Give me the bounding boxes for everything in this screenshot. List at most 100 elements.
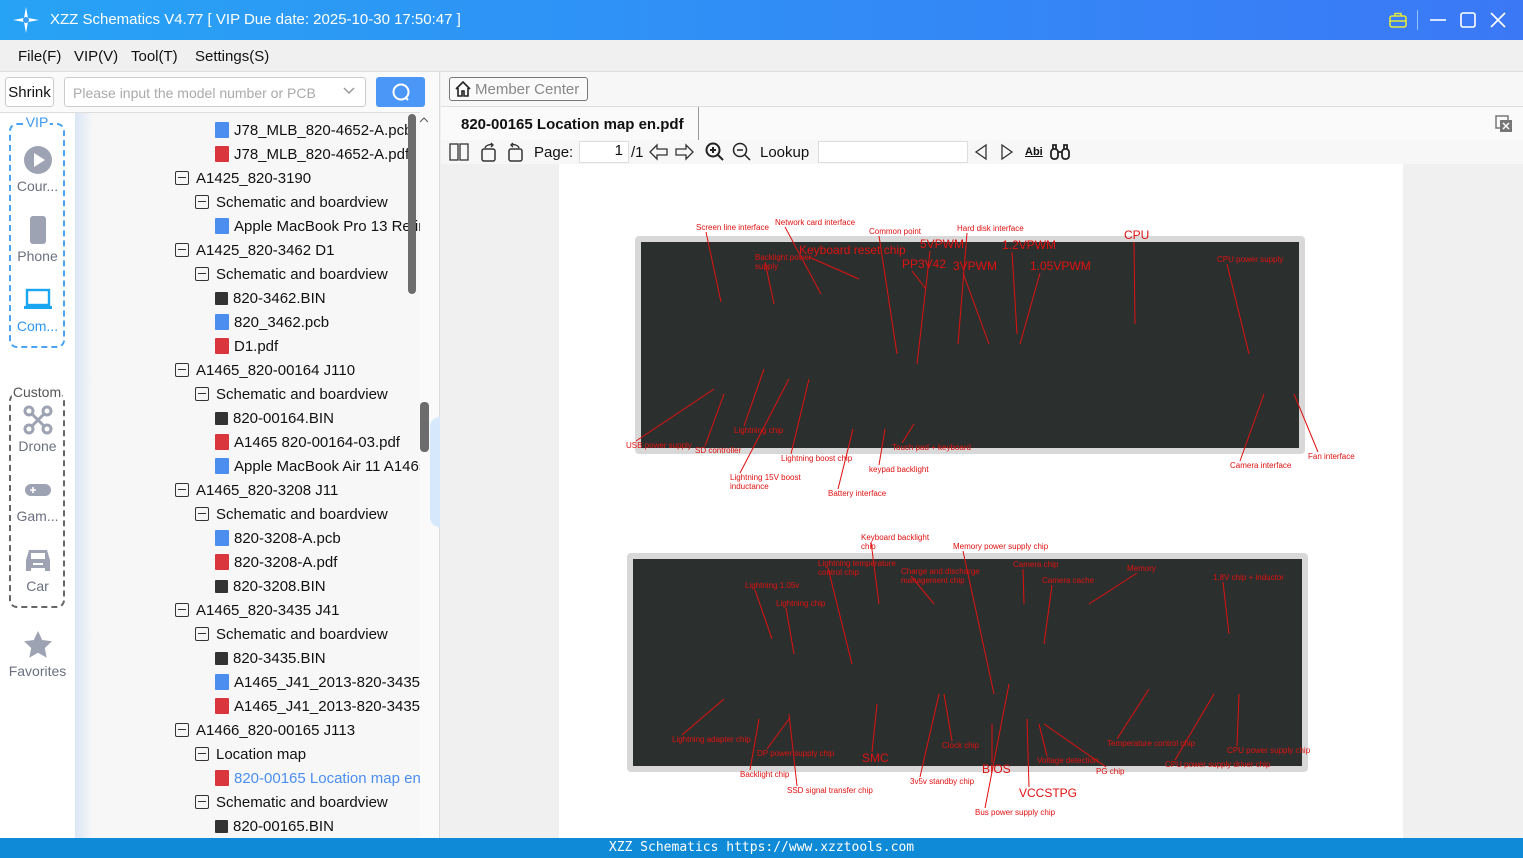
tree-item[interactable]: Schematic and boardview	[195, 262, 388, 286]
tree-item[interactable]: A1465_J41_2013-820-3435	[215, 670, 420, 694]
annotation-arrow	[681, 698, 725, 736]
annotation-arrow	[754, 589, 773, 640]
sidebar-item-drone[interactable]: Drone	[0, 405, 75, 454]
find-prev-button[interactable]	[974, 142, 988, 162]
tree-item[interactable]: A1465_820-00164 J110	[175, 358, 355, 382]
collapse-toggle-icon[interactable]	[195, 747, 209, 761]
annotation-arrow	[1116, 688, 1150, 740]
minimize-button[interactable]	[1426, 8, 1450, 32]
board-annotation-label: 5VPWM	[920, 237, 965, 251]
zoom-out-button[interactable]	[732, 142, 752, 162]
tree-edge-shade	[75, 113, 93, 838]
tree-item[interactable]: Schematic and boardview	[195, 790, 388, 814]
collapse-toggle-icon[interactable]	[175, 363, 189, 377]
shrink-button[interactable]: Shrink	[5, 77, 54, 107]
pane-scrollbar-thumb[interactable]	[420, 402, 429, 452]
tree-item[interactable]: 820-00164.BIN	[215, 406, 334, 430]
tree-item[interactable]: A1466_820-00165 J113	[175, 718, 355, 742]
collapse-toggle-icon[interactable]	[195, 267, 209, 281]
collapse-toggle-icon[interactable]	[195, 195, 209, 209]
prev-page-button[interactable]	[649, 142, 669, 162]
annotation-arrow	[1038, 723, 1048, 757]
tree-item[interactable]: D1.pdf	[215, 334, 278, 358]
two-page-button[interactable]	[449, 142, 469, 162]
collapse-toggle-icon[interactable]	[175, 171, 189, 185]
tree-item[interactable]: 820-00165.BIN	[215, 814, 334, 838]
page-total: /1	[631, 143, 644, 161]
collapse-toggle-icon[interactable]	[175, 723, 189, 737]
collapse-toggle-icon[interactable]	[175, 243, 189, 257]
tab-document[interactable]: 820-00165 Location map en.pdf	[441, 107, 699, 141]
tree-item[interactable]: J78_MLB_820-4652-A.pcb	[215, 118, 412, 142]
tree-item[interactable]: 820-3208.BIN	[215, 574, 326, 598]
bin-file-icon	[215, 411, 228, 425]
tree-item[interactable]: A1465_820-3208 J11	[175, 478, 338, 502]
sidebar-item-label: Drone	[18, 438, 57, 454]
tree-item[interactable]: Schematic and boardview	[195, 502, 388, 526]
sidebar-item-phone[interactable]: Phone	[0, 215, 75, 264]
find-all-button[interactable]	[1049, 142, 1071, 162]
next-page-button[interactable]	[674, 142, 694, 162]
tree-item[interactable]: 820-00165 Location map en.pdf	[215, 766, 420, 790]
rotate-left-button[interactable]	[479, 142, 499, 162]
vip-briefcase-button[interactable]	[1386, 8, 1410, 32]
search-button[interactable]	[376, 77, 425, 107]
tree-scrollbar-thumb[interactable]	[408, 114, 416, 294]
tree-item[interactable]: 820-3462.BIN	[215, 286, 326, 310]
member-center-button[interactable]: Member Center	[449, 77, 588, 101]
pdf-page: Screen line interface Network card interf…	[559, 164, 1403, 838]
sidebar-item-car[interactable]: Car	[0, 545, 75, 594]
scroll-up-icon[interactable]	[419, 116, 429, 124]
sidebar-item-favorites[interactable]: Favorites	[0, 630, 75, 679]
menu-vip[interactable]: VIP(V)	[74, 48, 118, 65]
sidebar-item-courses[interactable]: Cour...	[0, 145, 75, 194]
lookup-input[interactable]	[818, 141, 968, 163]
tree-item[interactable]: Apple MacBook Pro 13 Retina	[215, 214, 420, 238]
zoom-in-button[interactable]	[705, 142, 725, 162]
menu-settings[interactable]: Settings(S)	[195, 48, 269, 65]
find-next-button[interactable]	[1000, 142, 1014, 162]
collapse-pane-handle[interactable]	[430, 417, 440, 527]
board-annotation-label: CPU power supply	[1217, 255, 1284, 264]
board-annotation-label: Camera chip	[1013, 560, 1059, 569]
tree-item[interactable]: A1465_J41_2013-820-3435	[215, 694, 420, 718]
page-number-input[interactable]: 1	[579, 141, 629, 163]
chevron-down-icon[interactable]	[343, 87, 355, 95]
tree-item[interactable]: 820-3208-A.pcb	[215, 526, 341, 550]
tree-item[interactable]: A1425_820-3462 D1	[175, 238, 334, 262]
tree-item[interactable]: Schematic and boardview	[195, 622, 388, 646]
collapse-toggle-icon[interactable]	[195, 795, 209, 809]
tree-item[interactable]: 820-3435.BIN	[215, 646, 326, 670]
tree-item[interactable]: 820_3462.pcb	[215, 310, 329, 334]
pdf-viewport[interactable]: Screen line interface Network card interf…	[441, 164, 1523, 838]
tree-item[interactable]: Schematic and boardview	[195, 190, 388, 214]
menu-file[interactable]: File(F)	[18, 48, 61, 65]
close-button[interactable]	[1486, 8, 1510, 32]
tree-item[interactable]: Apple MacBook Air 11 A1465	[215, 454, 420, 478]
tree-item[interactable]: Schematic and boardview	[195, 382, 388, 406]
collapse-toggle-icon[interactable]	[195, 627, 209, 641]
collapse-toggle-icon[interactable]	[195, 387, 209, 401]
tree-item[interactable]: A1425_820-3190	[175, 166, 311, 190]
tree-item[interactable]: Location map	[195, 742, 306, 766]
board-annotation-label: BIOS	[982, 762, 1011, 776]
minimize-icon	[1430, 19, 1446, 21]
sidebar-item-computer[interactable]: Com...	[0, 285, 75, 334]
maximize-button[interactable]	[1456, 8, 1480, 32]
collapse-toggle-icon[interactable]	[195, 507, 209, 521]
collapse-toggle-icon[interactable]	[175, 603, 189, 617]
tree-item[interactable]: J78_MLB_820-4652-A.pdf	[215, 142, 409, 166]
match-case-button[interactable]: Abi	[1025, 142, 1043, 162]
menu-tool[interactable]: Tool(T)	[131, 48, 178, 65]
tree-item[interactable]: 820-3208-A.pdf	[215, 550, 337, 574]
close-tab-icon[interactable]	[1495, 115, 1513, 133]
menu-bar: File(F) VIP(V) Tool(T) Settings(S)	[0, 40, 1523, 72]
tree-item[interactable]: A1465 820-00164-03.pdf	[215, 430, 400, 454]
board-annotation-label: 1.05VPWM	[1030, 259, 1091, 273]
collapse-toggle-icon[interactable]	[175, 483, 189, 497]
rotate-right-button[interactable]	[505, 142, 525, 162]
sidebar-item-games[interactable]: Gam...	[0, 475, 75, 524]
board-annotation-label: DP power supply chip	[757, 749, 835, 758]
tree-item[interactable]: A1465_820-3435 J41	[175, 598, 339, 622]
model-search-input[interactable]: Please input the model number or PCB	[64, 77, 366, 107]
